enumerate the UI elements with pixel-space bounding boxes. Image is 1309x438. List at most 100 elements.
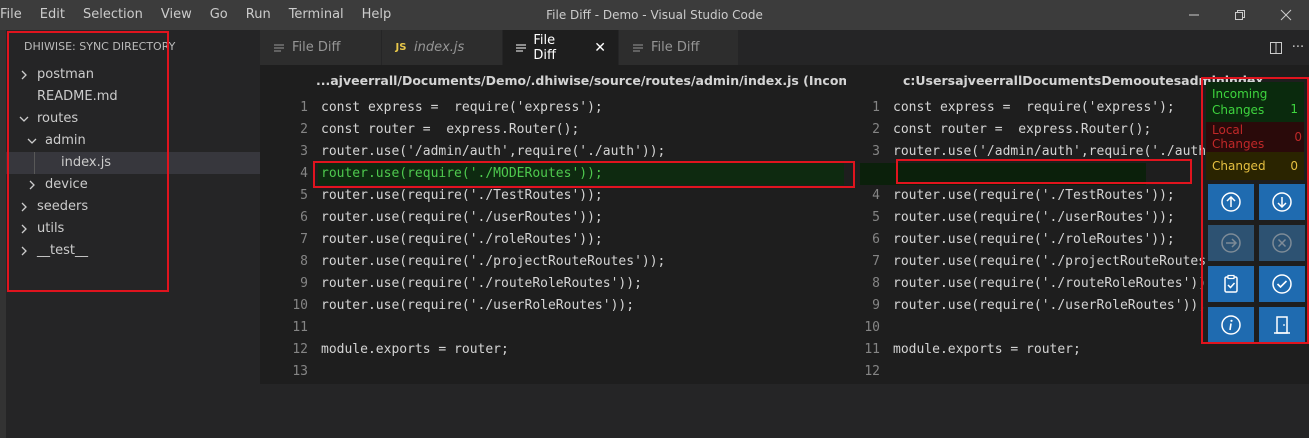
chevron-right-icon [24, 177, 40, 193]
tree-item-admin[interactable]: admin [6, 130, 260, 152]
tab-actions: ··· [1265, 30, 1309, 65]
menu-help[interactable]: Help [353, 0, 401, 30]
line-number: 6 [872, 232, 880, 247]
line-number: 4 [872, 188, 880, 203]
code-line[interactable]: 1 const express = require('express'); [260, 97, 846, 119]
line-number: 8 [872, 276, 880, 291]
line-number: 3 [872, 144, 880, 159]
arrow-down-circle-icon [1272, 192, 1292, 212]
local-changes-label: Local Changes [1212, 123, 1265, 151]
chevron-right-icon [16, 199, 32, 215]
tree-item-test[interactable]: __test__ [6, 240, 260, 262]
clipboard-check-icon [1224, 274, 1238, 293]
file-spacer [16, 89, 32, 105]
tab-close-icon[interactable]: ✕ [594, 40, 606, 56]
code-text: module.exports = router; [321, 342, 509, 357]
tree-item-postman[interactable]: postman [6, 64, 260, 86]
discard-button[interactable] [1259, 225, 1305, 261]
more-actions-icon[interactable]: ··· [1287, 40, 1309, 55]
added-code-line[interactable]: 4 router.use(require('./MODERoutes')); [260, 163, 846, 185]
code-line[interactable]: 13 [260, 361, 846, 383]
menu-selection[interactable]: Selection [74, 0, 152, 30]
tree-item-routes[interactable]: routes [6, 108, 260, 130]
menu-terminal[interactable]: Terminal [280, 0, 353, 30]
title-bar: File Edit Selection View Go Run Terminal… [0, 0, 1309, 30]
tree-item-index-js[interactable]: index.js [6, 152, 260, 174]
close-circle-icon [1272, 233, 1292, 253]
line-number: 12 [864, 364, 880, 379]
accept-button[interactable] [1259, 266, 1305, 302]
local-changes-count: 0 [1294, 130, 1302, 144]
close-window-button[interactable] [1263, 0, 1309, 30]
changed-row[interactable]: Changed 0 [1206, 152, 1304, 180]
code-text: const router = express.Router(); [321, 122, 580, 137]
tab-label: File Diff [292, 40, 341, 55]
changed-label: Changed [1212, 159, 1266, 173]
exit-door-icon [1274, 316, 1290, 334]
split-editor-icon[interactable] [1265, 41, 1287, 55]
code-text: router.use(require('./roleRoutes')); [321, 232, 603, 247]
clipboard-button[interactable] [1208, 266, 1254, 302]
code-line[interactable]: 11 [260, 317, 846, 339]
menu-go[interactable]: Go [201, 0, 237, 30]
tree-item-label: __test__ [37, 243, 88, 258]
code-text: router.use(require('./routeRoleRoutes'))… [893, 276, 1214, 291]
line-number: 7 [872, 254, 880, 269]
tree-item-label: device [45, 177, 88, 192]
tab-file-diff-1[interactable]: File Diff [260, 30, 382, 65]
tree-item-label: utils [37, 221, 65, 236]
line-number: 5 [300, 188, 308, 203]
tab-file-diff-active[interactable]: File Diff ✕ [503, 30, 619, 65]
tab-file-diff-4[interactable]: File Diff [619, 30, 739, 65]
code-text: module.exports = router; [893, 342, 1081, 357]
menu-run[interactable]: Run [237, 0, 280, 30]
tree-item-readme-md[interactable]: README.md [6, 86, 260, 108]
code-line[interactable]: 3 router.use('/admin/auth',require('./aut… [260, 141, 846, 163]
line-number: 2 [872, 122, 880, 137]
code-line[interactable]: 6 router.use(require('./userRoutes')); [260, 207, 846, 229]
code-line[interactable]: 10 router.use(require('./userRoleRoutes')… [260, 295, 846, 317]
menu-edit[interactable]: Edit [31, 0, 74, 30]
tree-item-label: README.md [37, 89, 118, 104]
incoming-code[interactable]: 1 const express = require('express'); 2 con… [260, 97, 846, 383]
code-line[interactable]: 8 router.use(require('./projectRouteRoute… [260, 251, 846, 273]
line-number: 8 [300, 254, 308, 269]
exit-button[interactable] [1259, 307, 1305, 343]
tab-index-js[interactable]: JS index.js [382, 30, 503, 65]
code-line[interactable]: 12 [846, 361, 1309, 383]
local-changes-row[interactable]: Local Changes 0 [1206, 122, 1304, 152]
tree-item-label: seeders [37, 199, 89, 214]
line-number: 2 [300, 122, 308, 137]
chevron-right-icon [16, 221, 32, 237]
restore-button[interactable] [1217, 0, 1263, 30]
incoming-changes-label: Incoming Changes [1212, 87, 1268, 117]
line-number: 3 [300, 144, 308, 159]
menu-view[interactable]: View [152, 0, 201, 30]
line-number: 11 [864, 342, 880, 357]
minimize-button[interactable] [1171, 0, 1217, 30]
panel-buttons [1206, 180, 1305, 347]
code-text: const router = express.Router(); [893, 122, 1152, 137]
menu-file[interactable]: File [0, 0, 31, 30]
incoming-changes-row[interactable]: Incoming Changes 1 [1206, 82, 1304, 122]
gap-line-background [860, 163, 1146, 185]
code-line[interactable]: 9 router.use(require('./routeRoleRoutes')… [260, 273, 846, 295]
tree-item-utils[interactable]: utils [6, 218, 260, 240]
line-number: 7 [300, 232, 308, 247]
apply-right-button[interactable] [1208, 225, 1254, 261]
sidebar-title: DHIWISE: SYNC DIRECTORY [24, 40, 176, 53]
tree-item-label: routes [37, 111, 79, 126]
pull-down-button[interactable] [1259, 184, 1305, 220]
code-line[interactable]: 5 router.use(require('./TestRoutes')); [260, 185, 846, 207]
code-line[interactable]: 12 module.exports = router; [260, 339, 846, 361]
close-icon [1280, 9, 1292, 21]
push-up-button[interactable] [1208, 184, 1254, 220]
code-line[interactable]: 2 const router = express.Router(); [260, 119, 846, 141]
line-number: 11 [292, 320, 308, 335]
arrow-up-circle-icon [1221, 192, 1241, 212]
code-line[interactable]: 7 router.use(require('./roleRoutes')); [260, 229, 846, 251]
tree-item-device[interactable]: device [6, 174, 260, 196]
info-button[interactable] [1208, 307, 1254, 343]
tree-item-seeders[interactable]: seeders [6, 196, 260, 218]
diff-icon [631, 42, 645, 54]
